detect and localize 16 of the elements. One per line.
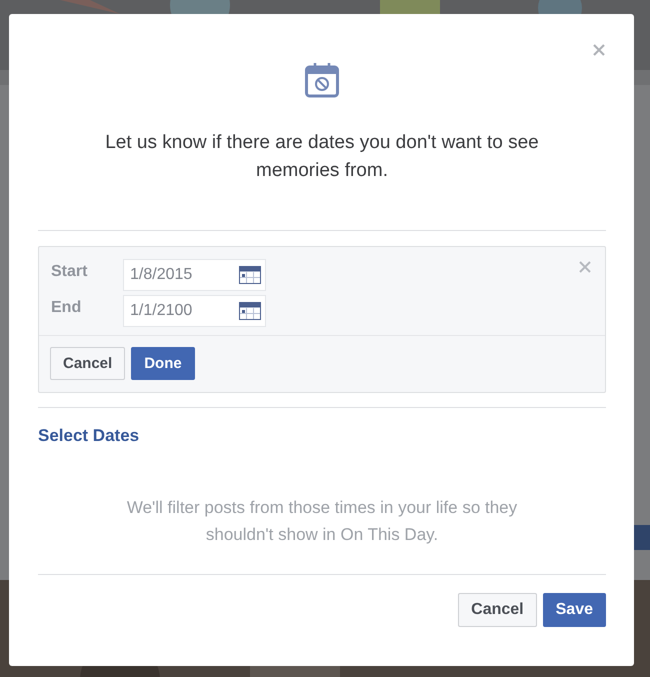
calendar-blocked-icon (305, 62, 339, 98)
dialog-button[interactable]: Cancel (458, 593, 537, 627)
calendar-icon[interactable] (239, 302, 261, 320)
date-field[interactable]: 1/1/2100 (123, 295, 266, 327)
dialog-heading: Let us know if there are dates you don't want to see memories from. (104, 131, 540, 183)
close-icon[interactable] (579, 261, 591, 273)
field-label: Start (51, 263, 88, 281)
dialog-button[interactable]: Done (131, 347, 195, 380)
dialog-button[interactable]: Cancel (50, 347, 126, 380)
select-dates-link[interactable]: Select Dates (38, 426, 606, 446)
field-label: End (51, 299, 82, 317)
dialog-button[interactable]: Save (542, 593, 606, 627)
date-field[interactable]: 1/8/2015 (123, 259, 266, 291)
calendar-icon[interactable] (239, 266, 261, 284)
description-text: We'll filter posts from those times in your life so they shouldn't show in On This Day. (126, 497, 518, 546)
close-icon[interactable] (593, 44, 605, 56)
